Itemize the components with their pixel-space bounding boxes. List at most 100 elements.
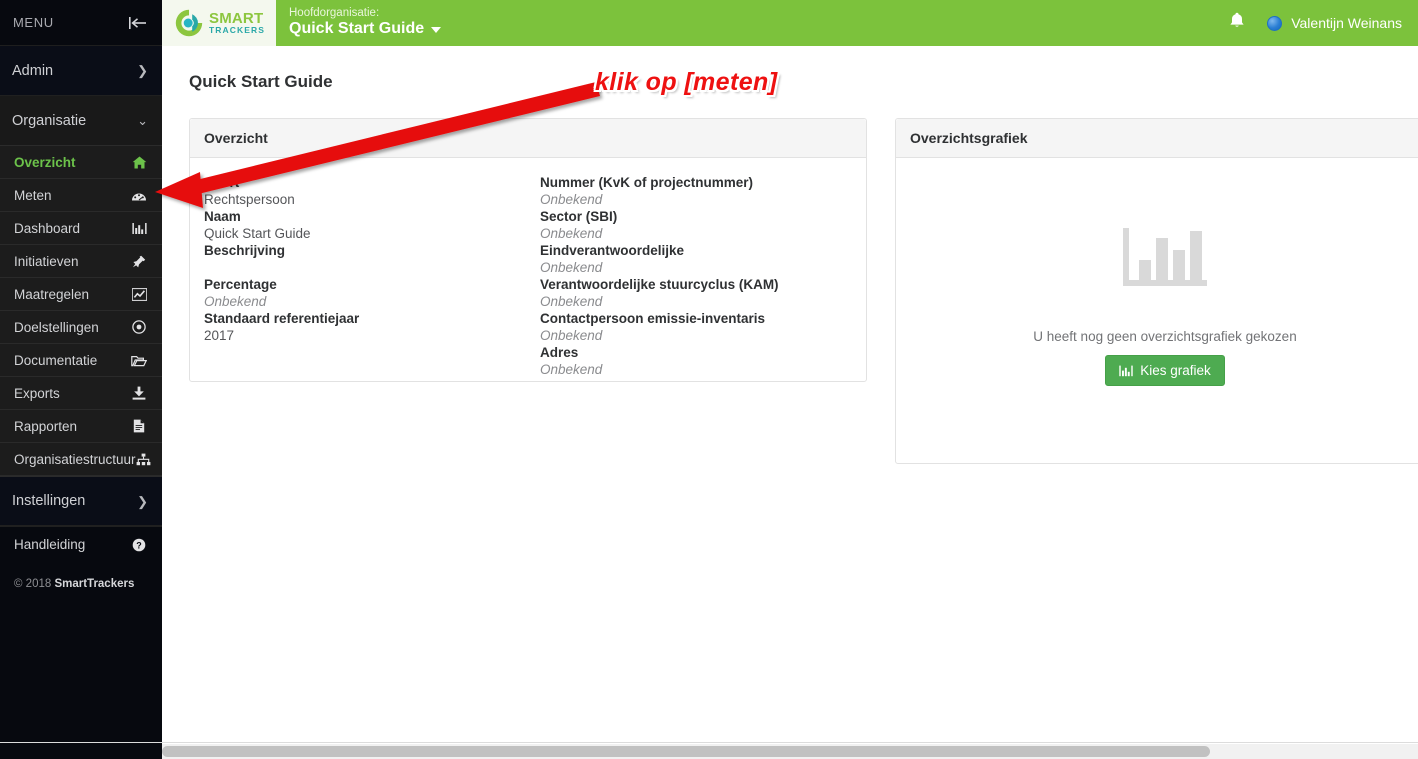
panel-overzicht-title: Overzicht	[190, 119, 866, 158]
field-value: Rechtspersoon	[204, 192, 295, 207]
download-icon	[130, 386, 148, 400]
sidebar-item-label: Rapporten	[14, 418, 78, 434]
scrollbar-thumb[interactable]	[162, 746, 1210, 757]
bar-chart-icon	[130, 222, 148, 235]
user-avatar	[1267, 15, 1283, 31]
sidebar-item-doelstellingen[interactable]: Doelstellingen	[0, 311, 162, 344]
field-label: Standaard referentiejaar	[204, 311, 360, 326]
field-label: Adres	[540, 345, 579, 360]
sidebar-item-label: Documentatie	[14, 352, 98, 368]
field-label: Nummer (KvK of projectnummer)	[540, 175, 754, 190]
sidebar-item-label: Doelstellingen	[14, 319, 99, 335]
overzicht-right-column: Nummer (KvK of projectnummer) Onbekend S…	[528, 174, 852, 378]
sidebar-item-dashboard[interactable]: Dashboard	[0, 212, 162, 245]
sidebar-item-label: Exports	[14, 385, 60, 401]
field-value: Onbekend	[540, 192, 603, 207]
user-name: Valentijn Weinans	[1291, 15, 1402, 31]
chevron-right-icon: ❯	[137, 63, 148, 78]
sidebar-section-organisatie[interactable]: Organisatie ⌄	[0, 96, 162, 146]
field-value: Onbekend	[540, 260, 603, 275]
horizontal-scrollbar[interactable]	[0, 742, 1418, 759]
kies-grafiek-button[interactable]: Kies grafiek	[1105, 355, 1225, 386]
organisation-name-text: Quick Start Guide	[289, 20, 425, 38]
logo-wordmark: SMART TRACKERS	[208, 9, 266, 36]
sidebar-section-admin[interactable]: Admin ❯	[0, 46, 162, 96]
sidebar-item-meten[interactable]: Meten	[0, 179, 162, 212]
line-chart-icon	[130, 287, 148, 301]
panel-overzichtsgrafiek: Overzichtsgrafiek U heeft nog geen overz…	[895, 118, 1418, 464]
sidebar-item-overzicht[interactable]: Overzicht	[0, 146, 162, 179]
field-label: Verantwoordelijke stuurcyclus (KAM)	[540, 277, 779, 292]
chevron-right-icon: ❯	[137, 493, 148, 509]
copyright-prefix: © 2018	[14, 578, 55, 590]
field-value: Onbekend	[540, 362, 603, 377]
field-label: Eindverantwoordelijke	[540, 243, 685, 258]
sidebar-item-label: Dashboard	[14, 220, 81, 236]
sidebar-menu-header: MENU	[0, 0, 162, 46]
sidebar-item-label: Organisatiestructuur	[14, 451, 136, 467]
caret-down-icon	[431, 26, 442, 33]
sidebar-item-maatregelen[interactable]: Maatregelen	[0, 278, 162, 311]
menu-label: MENU	[13, 15, 54, 30]
field-value: 2017	[204, 328, 235, 343]
sidebar-item-exports[interactable]: Exports	[0, 377, 162, 410]
smarttrackers-logo-icon	[175, 9, 203, 37]
field-value: Onbekend	[204, 294, 267, 309]
logo-line2: TRACKERS	[208, 25, 266, 36]
gauge-icon	[130, 189, 148, 202]
sidebar-item-label: Overzicht	[14, 154, 76, 170]
sidebar-item-organisatiestructuur[interactable]: Organisatiestructuur	[0, 443, 162, 476]
sidebar-item-initiatieven[interactable]: Initiatieven	[0, 245, 162, 278]
kies-grafiek-button-label: Kies grafiek	[1140, 363, 1211, 378]
sidebar-section-organisatie-label: Organisatie	[12, 112, 87, 129]
bar-chart-icon	[1119, 365, 1133, 377]
field-label: Naam	[204, 209, 241, 224]
svg-text:?: ?	[136, 540, 142, 550]
sidebar-item-documentatie[interactable]: Documentatie	[0, 344, 162, 377]
organisation-name[interactable]: Quick Start Guide	[289, 20, 442, 38]
scrollbar-left-filler	[0, 743, 162, 759]
app-logo[interactable]: SMART TRACKERS	[162, 0, 276, 46]
sidebar-section-instellingen[interactable]: Instellingen ❯	[0, 476, 162, 526]
sidebar-item-rapporten[interactable]: Rapporten	[0, 410, 162, 443]
target-icon	[130, 320, 148, 334]
home-icon	[130, 156, 148, 169]
field-value	[204, 259, 528, 276]
copyright-brand: SmartTrackers	[54, 578, 135, 590]
sidebar-copyright: © 2018 SmartTrackers	[0, 562, 162, 606]
sidebar-item-label: Meten	[14, 187, 52, 203]
overzicht-left-column: Soort Rechtspersoon Naam Quick Start Gui…	[204, 174, 528, 378]
field-value: Onbekend	[540, 328, 603, 343]
logo-line1: SMART	[208, 9, 264, 27]
field-label: Percentage	[204, 277, 277, 292]
chart-empty-message: U heeft nog geen overzichtsgrafiek gekoz…	[1033, 329, 1297, 344]
field-label: Contactpersoon emissie-inventaris	[540, 311, 766, 326]
thumbtack-icon	[130, 255, 148, 268]
panel-overzichtsgrafiek-body: U heeft nog geen overzichtsgrafiek gekoz…	[896, 158, 1418, 458]
field-label: Beschrijving	[204, 243, 286, 258]
document-icon	[130, 419, 148, 433]
folder-open-icon	[130, 354, 148, 367]
chart-empty-state: U heeft nog geen overzichtsgrafiek gekoz…	[910, 174, 1418, 440]
panel-overzichtsgrafiek-title: Overzichtsgrafiek	[896, 119, 1418, 158]
organisation-sublabel: Hoofdorganisatie:	[289, 7, 380, 20]
bar-chart-placeholder-icon	[1123, 228, 1207, 295]
panel-overzicht: Overzicht Soort Rechtspersoon Naam Quick…	[189, 118, 867, 382]
field-label: Soort	[204, 175, 240, 190]
organisation-selector[interactable]: Hoofdorganisatie: Quick Start Guide	[289, 7, 442, 39]
field-value: Onbekend	[540, 226, 603, 241]
sidebar-item-handleiding[interactable]: Handleiding ?	[0, 526, 162, 562]
main-content: Quick Start Guide Overzicht Soort Rechts…	[162, 46, 1418, 742]
sidebar-item-label: Handleiding	[14, 537, 86, 552]
sidebar-item-label: Maatregelen	[14, 286, 90, 302]
topbar-right: Valentijn Weinans	[1229, 12, 1418, 34]
field-label: Sector (SBI)	[540, 209, 618, 224]
bell-icon[interactable]	[1229, 12, 1245, 34]
sitemap-icon	[136, 453, 151, 466]
panel-overzicht-body: Soort Rechtspersoon Naam Quick Start Gui…	[190, 158, 866, 396]
app-root: MENU Admin ❯ Organisatie ⌄ Overzicht Met…	[0, 0, 1418, 759]
field-value: Quick Start Guide	[204, 226, 311, 241]
collapse-left-icon[interactable]	[128, 15, 148, 31]
question-circle-icon: ?	[130, 538, 148, 552]
user-menu[interactable]: Valentijn Weinans	[1267, 15, 1402, 31]
